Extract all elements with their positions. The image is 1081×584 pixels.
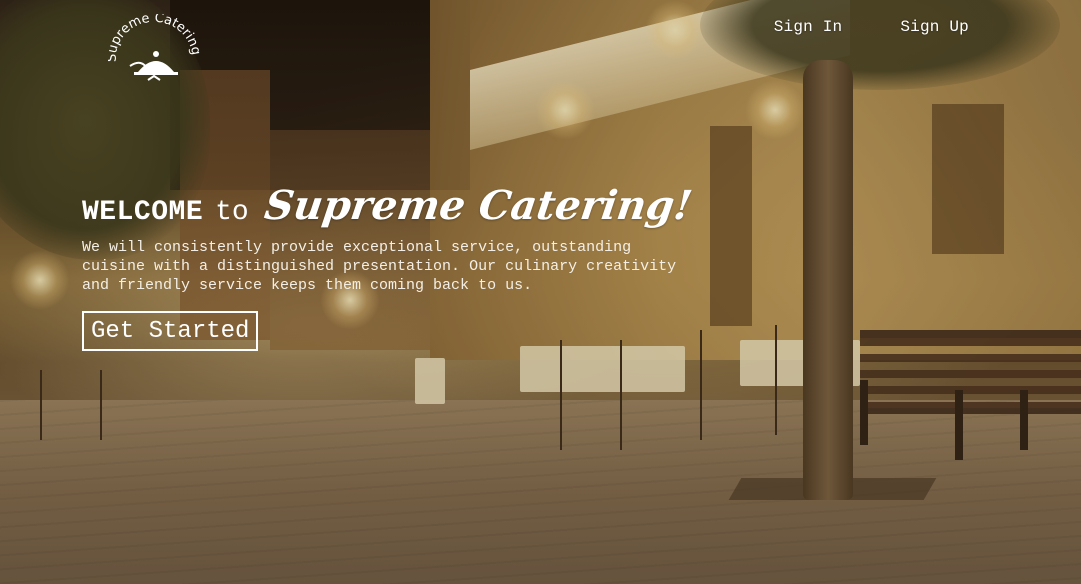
hero-tagline: We will consistently provide exceptional… (82, 239, 677, 294)
catering-cloche-icon: Supreme Catering (105, 11, 203, 81)
get-started-button[interactable]: Get Started (82, 311, 259, 351)
top-nav: Sign In Sign Up (774, 18, 969, 36)
sign-in-link[interactable]: Sign In (774, 18, 843, 36)
headline-to: to (215, 197, 249, 228)
hero-headline: WELCOME to Supreme Catering! (82, 182, 695, 229)
headline-welcome: WELCOME (82, 197, 204, 228)
logo[interactable]: Supreme Catering (105, 11, 203, 90)
headline-brand-name: Supreme Catering! (261, 182, 695, 229)
sign-up-link[interactable]: Sign Up (900, 18, 969, 36)
